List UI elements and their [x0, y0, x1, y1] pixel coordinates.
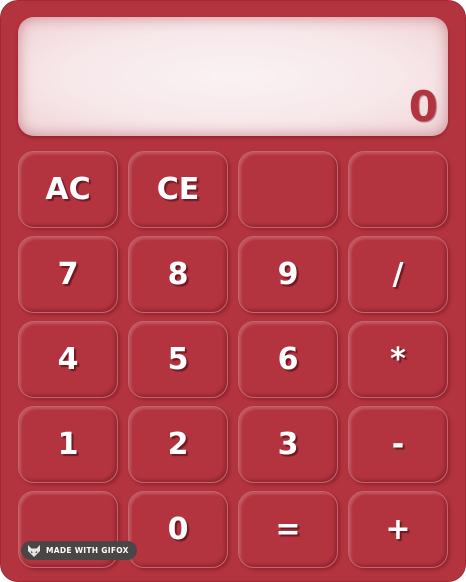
- divide-button[interactable]: /: [348, 236, 448, 313]
- key-label: 7: [57, 256, 79, 292]
- subtract-button[interactable]: -: [348, 406, 448, 483]
- fox-icon: [28, 544, 40, 557]
- digit-0-button[interactable]: 0: [128, 491, 228, 568]
- key-label: 1: [57, 426, 79, 462]
- key-label: 3: [277, 426, 299, 462]
- digit-5-button[interactable]: 5: [128, 321, 228, 398]
- key-label: -: [391, 426, 405, 462]
- blank-button-2[interactable]: [348, 151, 448, 228]
- gifox-badge[interactable]: MADE WITH GIFOX: [21, 541, 137, 560]
- add-button[interactable]: +: [348, 491, 448, 568]
- digit-3-button[interactable]: 3: [238, 406, 338, 483]
- multiply-button[interactable]: *: [348, 321, 448, 398]
- key-label: CE: [156, 171, 200, 207]
- digit-6-button[interactable]: 6: [238, 321, 338, 398]
- clear-all-button[interactable]: AC: [18, 151, 118, 228]
- digit-1-button[interactable]: 1: [18, 406, 118, 483]
- key-label: 4: [57, 341, 79, 377]
- badge-label: MADE WITH GIFOX: [46, 546, 129, 555]
- digit-2-button[interactable]: 2: [128, 406, 228, 483]
- key-label: =: [275, 511, 301, 547]
- calculator: 0 AC CE 7 8 9 / 4 5 6 * 1 2 3 - . 0 = +: [0, 0, 466, 582]
- display-screen: 0: [18, 17, 448, 136]
- digit-8-button[interactable]: 8: [128, 236, 228, 313]
- key-label: 5: [167, 341, 189, 377]
- key-label: 0: [167, 511, 189, 547]
- digit-9-button[interactable]: 9: [238, 236, 338, 313]
- clear-entry-button[interactable]: CE: [128, 151, 228, 228]
- key-label: 6: [277, 341, 299, 377]
- equals-button[interactable]: =: [238, 491, 338, 568]
- key-label: /: [392, 256, 404, 292]
- blank-button-1[interactable]: [238, 151, 338, 228]
- display-value: 0: [408, 82, 438, 131]
- keypad: AC CE 7 8 9 / 4 5 6 * 1 2 3 - . 0 = +: [18, 151, 449, 570]
- key-label: 2: [167, 426, 189, 462]
- digit-7-button[interactable]: 7: [18, 236, 118, 313]
- key-label: +: [385, 511, 411, 547]
- digit-4-button[interactable]: 4: [18, 321, 118, 398]
- key-label: AC: [45, 171, 91, 207]
- key-label: *: [390, 341, 406, 377]
- key-label: 8: [167, 256, 189, 292]
- key-label: 9: [277, 256, 299, 292]
